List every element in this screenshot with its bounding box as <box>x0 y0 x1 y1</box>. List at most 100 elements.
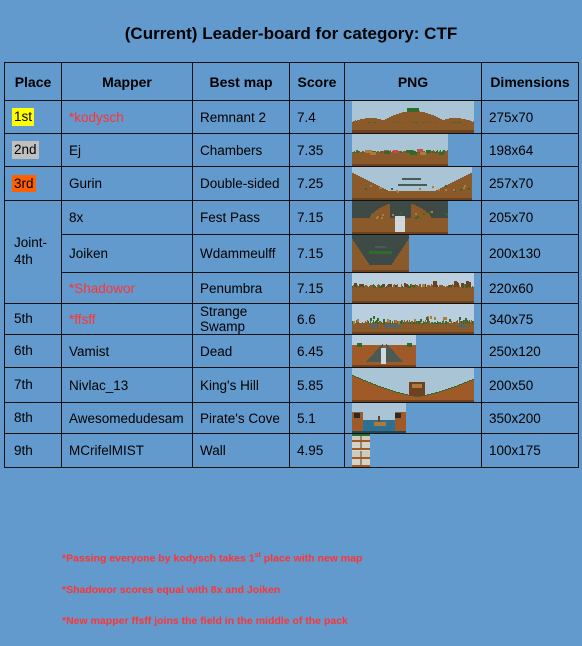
footnote: *Shadowor scores equal with 8x and Joike… <box>62 584 532 596</box>
cell-dimensions: 198x64 <box>481 133 579 167</box>
map-thumbnail[interactable] <box>352 434 474 467</box>
cell-mapper: Awesomedudesam <box>61 402 193 434</box>
place-badge: 8th <box>14 410 33 426</box>
map-thumbnail[interactable] <box>352 304 474 334</box>
footnotes: *Passing everyone by kodysch takes 1st p… <box>62 552 532 646</box>
table-body: 1st *kodysch Remnant 2 7.4 275x70 2nd Ej Chambe… <box>4 100 579 468</box>
cell-place: 5th <box>4 303 62 335</box>
cell-best-map: Double-sided <box>192 166 290 201</box>
cell-dimensions: 340x75 <box>481 303 579 335</box>
map-thumbnail[interactable] <box>352 134 474 166</box>
cell-best-map: Remnant 2 <box>192 100 290 134</box>
map-thumbnail[interactable] <box>352 101 474 133</box>
cell-place: 8th <box>4 402 62 434</box>
cell-best-map: Dead <box>192 334 290 368</box>
table-row: Joint-4th 8x Fest Pass 7.15 205x70 <box>4 200 579 304</box>
table-row: 6th Vamist Dead 6.45 250x120 <box>4 334 579 368</box>
cell-png-preview[interactable] <box>344 100 482 134</box>
cell-score: 6.45 <box>289 334 345 368</box>
cell-dimensions: 257x70 <box>481 166 579 201</box>
mapper-name: Ej <box>69 142 82 158</box>
footnote-text-tail: place with new map <box>260 552 363 565</box>
cell-best-map: Wdammeulff <box>192 234 290 273</box>
cell-png-preview[interactable] <box>344 334 482 368</box>
cell-mapper: Nivlac_13 <box>61 367 193 403</box>
mapper-name: *kodysch <box>69 109 124 125</box>
map-thumbnail[interactable] <box>352 235 474 272</box>
cell-place: 1st <box>4 100 62 134</box>
cell-mapper: Joiken <box>61 234 193 273</box>
cell-score: 6.6 <box>289 303 345 335</box>
cell-dimensions: 200x50 <box>481 367 579 403</box>
cell-dimensions: 220x60 <box>481 272 579 304</box>
cell-place: 7th <box>4 367 62 403</box>
mapper-name: MCrifelMIST <box>69 443 144 458</box>
cell-png-preview[interactable] <box>344 133 482 167</box>
page-title: (Current) Leader-board for category: CTF <box>124 24 458 43</box>
cell-png-preview[interactable] <box>344 303 482 335</box>
place-badge: 9th <box>14 442 33 458</box>
place-badge: 1st <box>12 108 35 126</box>
map-thumbnail[interactable] <box>352 368 474 402</box>
cell-png-preview[interactable] <box>344 367 482 403</box>
table-row: 7th Nivlac_13 King's Hill 5.85 200x50 <box>4 367 579 403</box>
cell-png-preview[interactable] <box>344 272 482 304</box>
cell-score: 7.15 <box>289 234 345 273</box>
cell-mapper: *kodysch <box>61 100 193 134</box>
cell-png-preview[interactable] <box>344 200 482 235</box>
footnote-text: Passing everyone by kodysch takes 1 <box>66 552 255 565</box>
cell-score: 7.15 <box>289 200 345 235</box>
cell-score: 7.25 <box>289 166 345 201</box>
place-badge: 6th <box>14 343 33 359</box>
mapper-name: Nivlac_13 <box>69 377 129 393</box>
footnote-text: Shadowor scores equal with 8x and Joiken <box>66 583 281 596</box>
mapper-name: *Shadowor <box>69 280 136 296</box>
leaderboard-container: Place Mapper Best map Score PNG Dimensio… <box>4 62 579 468</box>
table-row: 1st *kodysch Remnant 2 7.4 275x70 <box>4 100 579 134</box>
map-thumbnail[interactable] <box>352 335 474 367</box>
cell-mapper: Vamist <box>61 334 193 368</box>
cell-dimensions: 205x70 <box>481 200 579 235</box>
map-thumbnail[interactable] <box>352 167 474 200</box>
column-header-place: Place <box>4 62 62 101</box>
mapper-name: Gurin <box>69 176 103 191</box>
cell-mapper: *Shadowor <box>61 272 193 304</box>
cell-mapper: Gurin <box>61 166 193 201</box>
cell-mapper: Ej <box>61 133 193 167</box>
table-row: Joiken Wdammeulff 7.15 200x130 <box>5 234 579 273</box>
map-thumbnail[interactable] <box>352 201 474 234</box>
table-row: 3rd Gurin Double-sided 7.25 257x70 <box>4 166 579 201</box>
cell-dimensions: 275x70 <box>481 100 579 134</box>
leaderboard-table: Place Mapper Best map Score PNG Dimensio… <box>4 62 579 468</box>
column-header-png: PNG <box>344 62 482 101</box>
cell-mapper: 8x <box>61 200 193 235</box>
mapper-name: 8x <box>69 210 84 225</box>
table-row: 2nd Ej Chambers 7.35 198x64 <box>4 133 579 167</box>
cell-dimensions: 100x175 <box>481 433 579 468</box>
place-badge: 3rd <box>12 174 36 193</box>
mapper-name: *ffsff <box>69 311 96 327</box>
cell-score: 4.95 <box>289 433 345 468</box>
cell-place: 3rd <box>4 166 62 201</box>
map-thumbnail[interactable] <box>352 403 474 433</box>
cell-png-preview[interactable] <box>344 402 482 434</box>
cell-place: 9th <box>4 433 62 468</box>
cell-png-preview[interactable] <box>344 433 482 468</box>
cell-best-map: Penumbra <box>192 272 290 304</box>
column-header-score: Score <box>289 62 345 101</box>
place-badge: Joint-4th <box>14 235 48 267</box>
column-header-best-map: Best map <box>192 62 290 101</box>
cell-score: 7.15 <box>289 272 345 304</box>
cell-best-map: Strange Swamp <box>192 303 290 335</box>
table-row: 5th *ffsff Strange Swamp 6.6 340x75 <box>4 303 579 335</box>
map-thumbnail[interactable] <box>352 273 474 303</box>
cell-best-map: Fest Pass <box>192 200 290 235</box>
cell-png-preview[interactable] <box>344 234 482 273</box>
cell-best-map: King's Hill <box>192 367 290 403</box>
cell-best-map: Wall <box>192 433 290 468</box>
cell-dimensions: 200x130 <box>481 234 579 273</box>
cell-score: 7.4 <box>289 100 345 134</box>
table-row: *Shadowor Penumbra 7.15 220x60 <box>5 272 579 304</box>
cell-png-preview[interactable] <box>344 166 482 201</box>
table-row: 9th MCrifelMIST Wall 4.95 100x175 <box>4 433 579 468</box>
